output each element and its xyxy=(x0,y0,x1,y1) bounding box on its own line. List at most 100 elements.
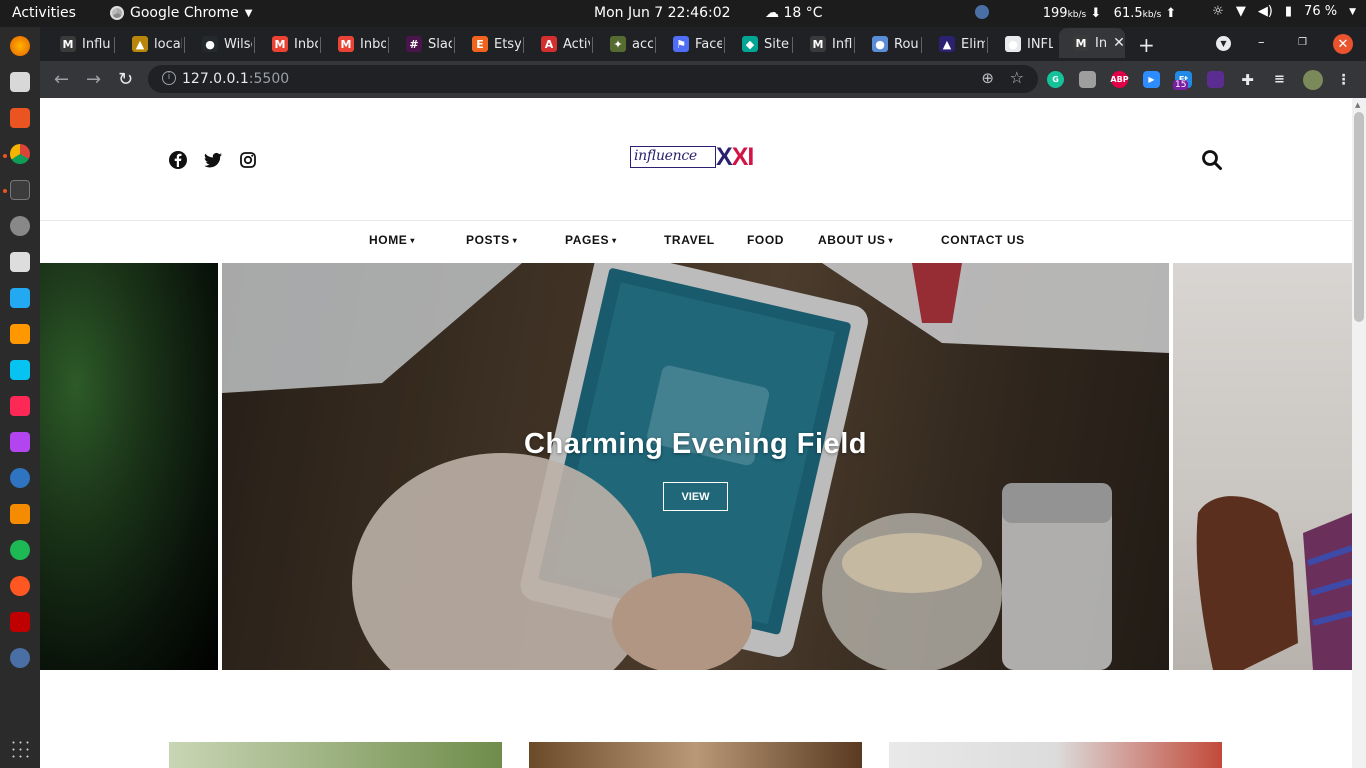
browser-tab[interactable]: ✦ acce xyxy=(596,31,653,57)
browser-tab[interactable]: ▲ locall xyxy=(118,31,182,57)
browser-tab[interactable]: E Etsy xyxy=(458,31,521,57)
browser-tab[interactable]: M Influ xyxy=(46,31,112,57)
compass-icon[interactable] xyxy=(10,576,30,596)
slide-title: Charming Evening Field xyxy=(524,428,867,460)
nav-item-label: ABOUT US xyxy=(818,233,886,247)
activities-button[interactable]: Activities xyxy=(12,5,76,21)
close-window-button[interactable]: ✕ xyxy=(1333,34,1353,54)
chevron-down-icon: ▾ xyxy=(612,235,617,245)
nav-item-travel[interactable]: TRAVEL xyxy=(664,233,715,247)
post-card-3[interactable] xyxy=(889,742,1222,768)
post-card-2[interactable] xyxy=(529,742,862,768)
reload-button[interactable]: ↻ xyxy=(118,69,133,90)
firefox-icon[interactable] xyxy=(10,36,30,56)
screenshot-icon[interactable] xyxy=(10,252,30,272)
browser-tab[interactable]: A Activ xyxy=(527,31,590,57)
nav-item-contact-us[interactable]: CONTACT US xyxy=(941,233,1025,247)
chevron-down-icon: ▼ xyxy=(244,7,253,19)
extension-gray-icon[interactable] xyxy=(1079,71,1096,88)
nav-item-posts[interactable]: POSTS ▾ xyxy=(466,233,517,247)
chrome-icon[interactable] xyxy=(10,144,30,164)
terminal-icon[interactable] xyxy=(10,180,30,200)
browser-tab[interactable]: M Inbo xyxy=(258,31,318,57)
close-tab-icon[interactable]: ✕ xyxy=(1113,35,1125,51)
chevron-down-icon: ▾ xyxy=(512,235,518,245)
tab-separator xyxy=(254,37,255,53)
show-apps-icon[interactable] xyxy=(10,739,30,759)
back-button[interactable]: ← xyxy=(54,69,69,90)
browser-tab[interactable]: # Slack xyxy=(392,31,452,57)
vscode-icon[interactable] xyxy=(10,288,30,308)
weather-indicator[interactable]: ☁ 18 °C xyxy=(765,5,823,21)
browser-tab-label: Facel xyxy=(695,36,722,52)
media-controls-icon[interactable]: ≡ xyxy=(1271,71,1288,88)
filezilla-icon[interactable] xyxy=(10,612,30,632)
leaf-icon: ✦ xyxy=(610,36,626,52)
sublime-icon[interactable] xyxy=(10,324,30,344)
avatar-icon[interactable] xyxy=(10,648,30,668)
scroll-up-arrow-icon[interactable]: ▲ xyxy=(1355,101,1360,109)
search-icon[interactable] xyxy=(1200,148,1224,172)
profile-avatar[interactable] xyxy=(1303,70,1323,90)
weather-temp: 18 °C xyxy=(783,5,823,21)
purple-extension-icon[interactable] xyxy=(1207,71,1224,88)
address-bar[interactable]: i 127.0.0.1:5500 ⊕ ☆ xyxy=(148,65,1038,93)
bookmark-star-icon[interactable]: ☆ xyxy=(1010,68,1024,87)
flag-icon: ⚑ xyxy=(673,36,689,52)
browser-tab[interactable]: ● Roun xyxy=(858,31,919,57)
browser-tab[interactable]: ◆ Site c xyxy=(728,31,790,57)
tab-search-button[interactable]: ▼ xyxy=(1216,36,1231,51)
browser-tab[interactable]: M Inbo xyxy=(324,31,386,57)
network-speed-indicator[interactable]: 199kb/s ⬇ 61.5kb/s ⬆ xyxy=(975,5,1176,21)
tab-separator xyxy=(655,37,656,53)
browser-tab[interactable]: M In ✕ xyxy=(1059,28,1125,58)
minimize-button[interactable]: – xyxy=(1258,35,1265,50)
medium-icon: M xyxy=(810,36,826,52)
view-button[interactable]: VIEW xyxy=(663,482,728,511)
new-tab-button[interactable]: + xyxy=(1138,33,1155,57)
page-scrollbar[interactable]: ▲ xyxy=(1352,98,1366,768)
browser-tab[interactable]: M Influ xyxy=(796,31,852,57)
software-center-icon[interactable] xyxy=(10,108,30,128)
webstorm-icon[interactable] xyxy=(10,360,30,380)
browser-tab[interactable]: ● Wilso xyxy=(188,31,252,57)
instagram-icon[interactable] xyxy=(238,150,258,170)
zoom-icon[interactable]: ⊕ xyxy=(981,69,994,87)
system-tray[interactable]: ☼ ▼ ◀) ▮ 76 % ▼ xyxy=(1212,4,1356,19)
browser-tab[interactable]: ▲ Elimi xyxy=(925,31,985,57)
site-info-icon[interactable]: i xyxy=(162,71,176,85)
zoom-meeting-icon[interactable]: ▶ xyxy=(1143,71,1160,88)
nav-item-about-us[interactable]: ABOUT US ▾ xyxy=(818,233,893,247)
post-card-1[interactable] xyxy=(169,742,502,768)
nav-item-home[interactable]: HOME ▾ xyxy=(369,233,415,247)
slide-next-peek[interactable] xyxy=(1173,263,1352,670)
browser-tab[interactable]: ⚑ Facel xyxy=(659,31,722,57)
clock[interactable]: Mon Jun 7 22:46:02 xyxy=(594,5,731,21)
vlc-icon[interactable] xyxy=(10,504,30,524)
hero-slide[interactable]: Charming Evening Field VIEW xyxy=(222,263,1169,670)
chrome-menu-icon[interactable]: ⋮ xyxy=(1335,71,1352,88)
facebook-icon[interactable] xyxy=(168,150,188,170)
intellij-icon[interactable] xyxy=(10,396,30,416)
site-logo[interactable]: influence XXI xyxy=(630,143,762,171)
bluetooth-icon[interactable] xyxy=(10,468,30,488)
scrollbar-thumb[interactable] xyxy=(1354,112,1364,322)
ubuntu-dock xyxy=(0,27,40,768)
files-icon[interactable] xyxy=(10,72,30,92)
running-indicator xyxy=(3,154,7,158)
spotify-icon[interactable] xyxy=(10,540,30,560)
extensions-puzzle-icon[interactable]: ✚ xyxy=(1239,71,1256,89)
twitter-icon[interactable] xyxy=(203,150,223,170)
settings-icon[interactable] xyxy=(10,216,30,236)
slide-prev-peek[interactable] xyxy=(40,263,218,670)
adblock-plus-icon[interactable]: ABP xyxy=(1110,71,1129,88)
forward-button[interactable]: → xyxy=(86,69,101,90)
phpstorm-icon[interactable] xyxy=(10,432,30,452)
browser-tab[interactable]: ● INFLU xyxy=(991,31,1053,57)
grammarly-icon[interactable]: G xyxy=(1047,71,1064,88)
app-menu[interactable]: Google Chrome ▼ xyxy=(110,5,252,21)
nav-item-food[interactable]: FOOD xyxy=(747,233,784,247)
restore-button[interactable]: ❐ xyxy=(1298,37,1307,48)
nav-item-pages[interactable]: PAGES ▾ xyxy=(565,233,617,247)
nav-item-label: CONTACT US xyxy=(941,233,1025,247)
